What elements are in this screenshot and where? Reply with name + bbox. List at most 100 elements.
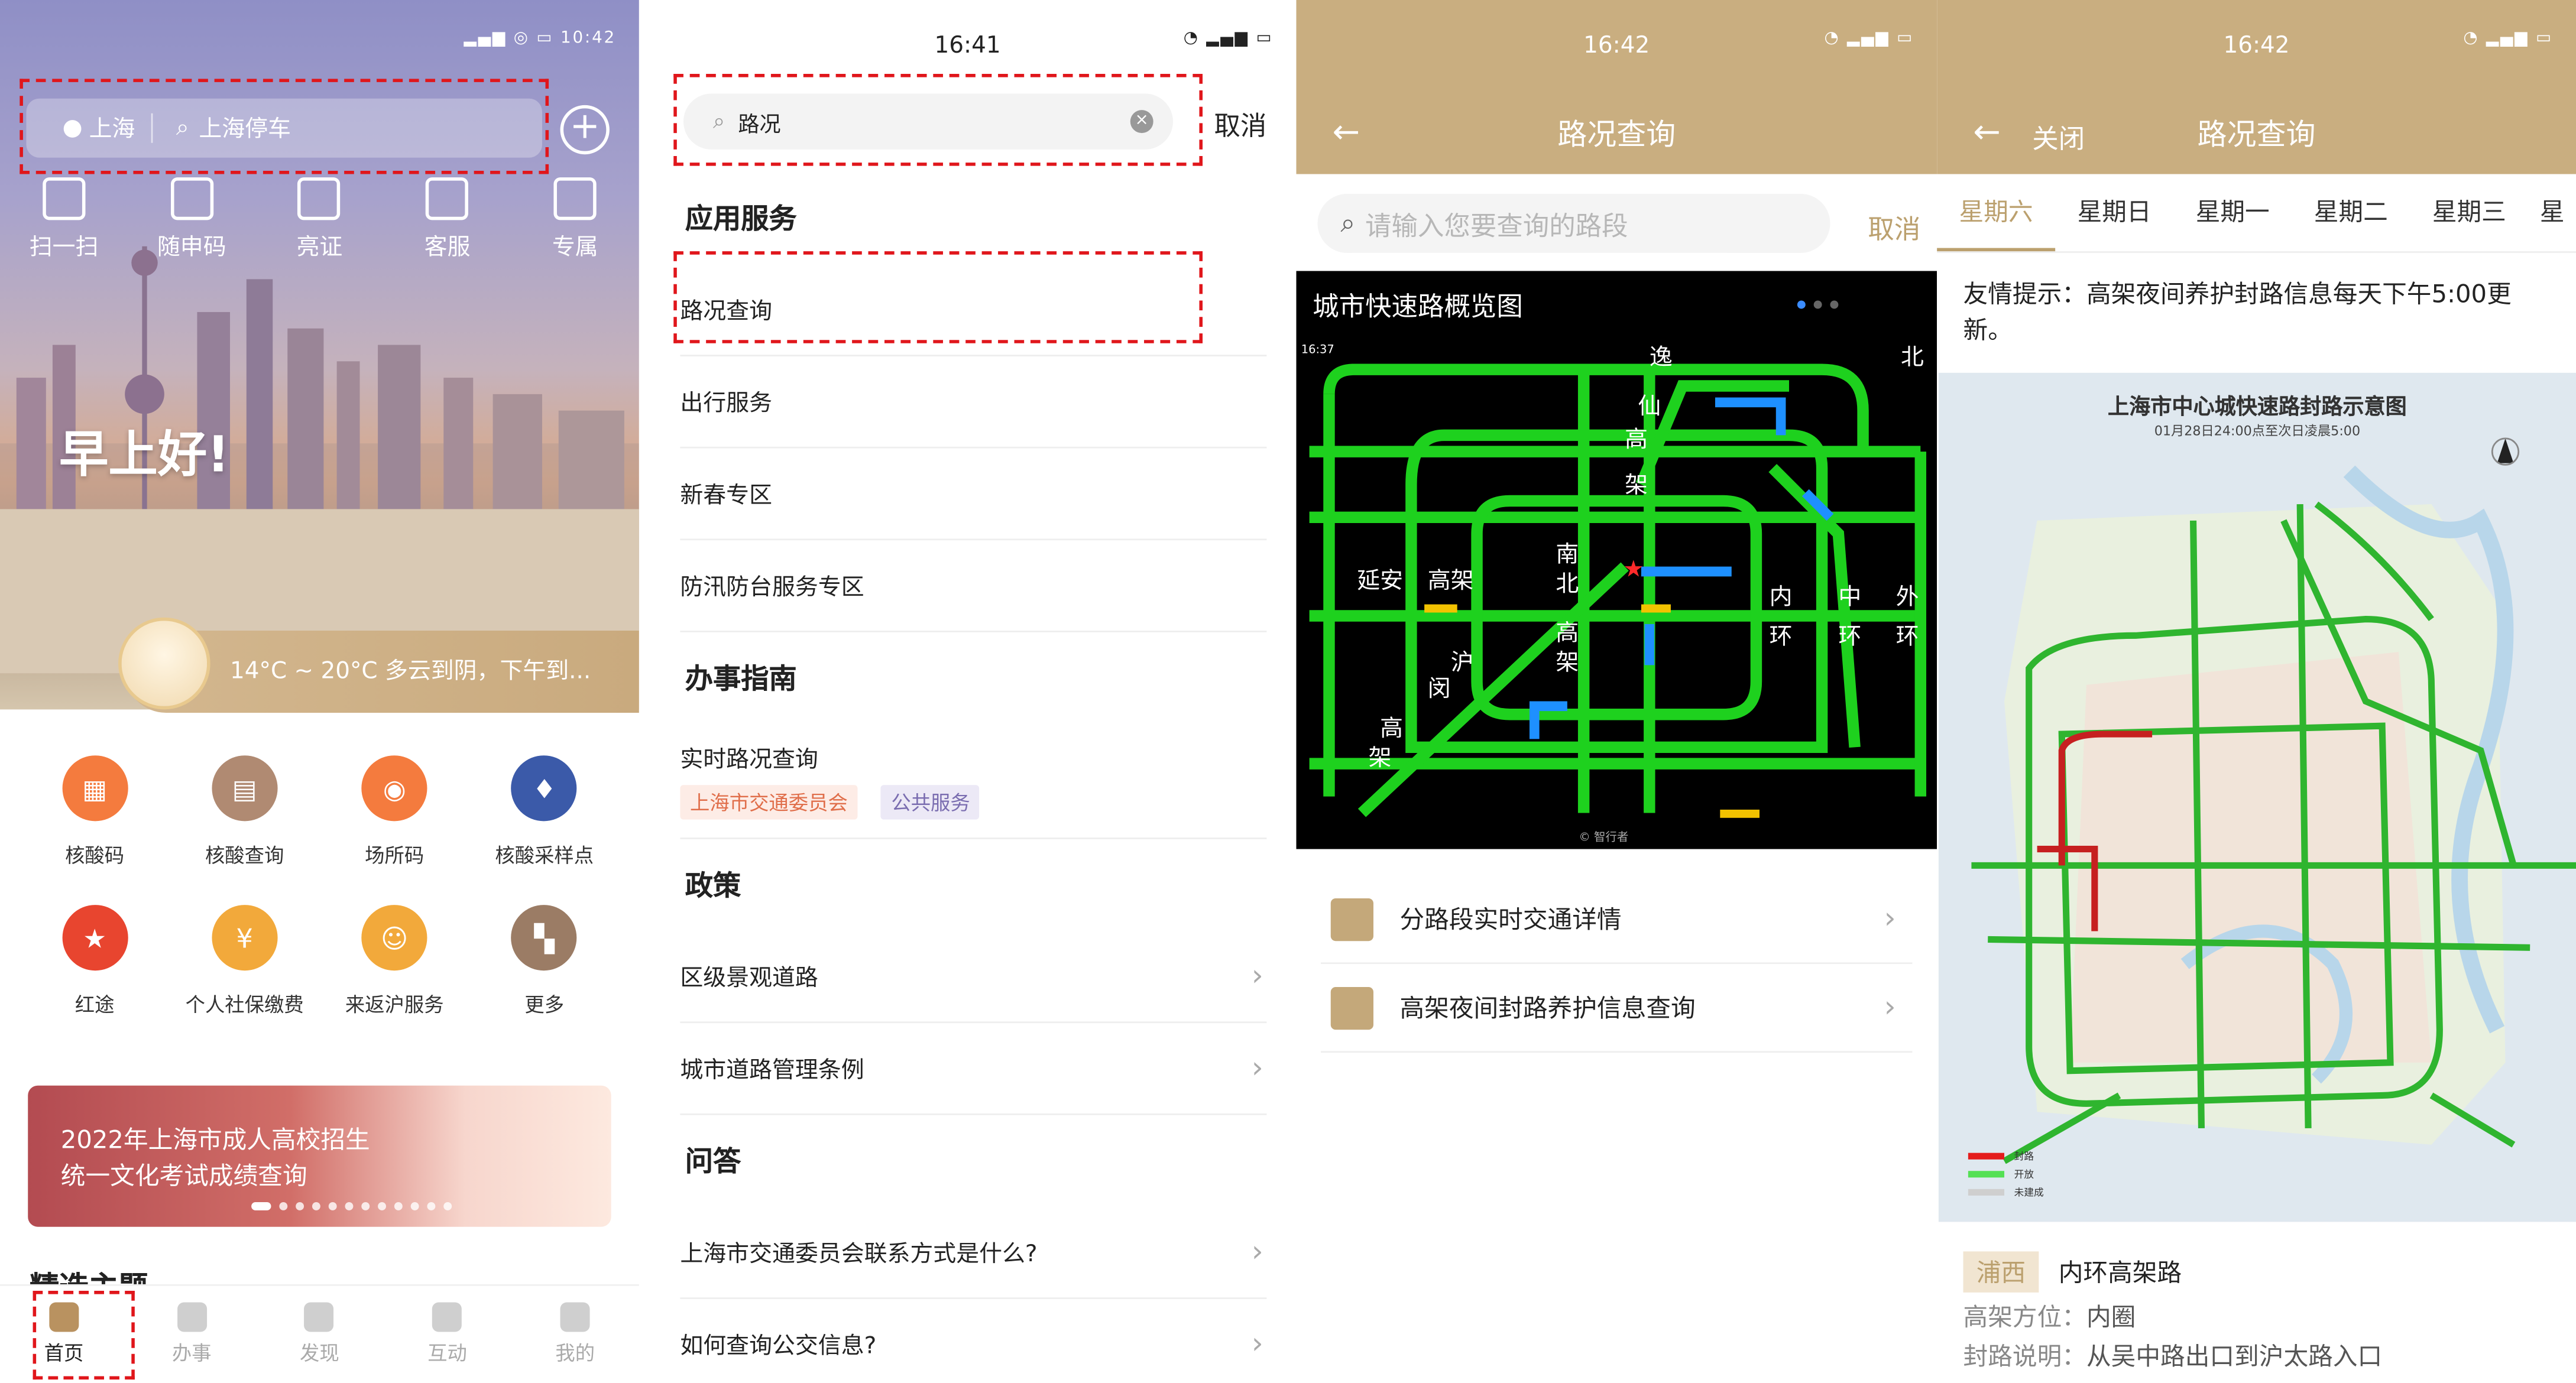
city-selector[interactable]: ● 上海 [26, 113, 154, 143]
service-nucleic-query[interactable]: ▤ 核酸查询 [171, 755, 319, 869]
result-label: 城市道路管理条例 [680, 1057, 864, 1083]
tab-wednesday[interactable]: 星期三 [2410, 174, 2528, 252]
clear-icon[interactable]: × [1130, 110, 1153, 134]
result-label: 出行服务 [680, 389, 772, 417]
home-screen: ▂▄▆ ◎ ▭ 10:42 ● 上海 ⌕ 上海停车 + 扫一扫 随申码 亮证 客… [0, 0, 639, 1383]
result-spring-festival[interactable]: 新春专区 [680, 449, 1267, 541]
result-road-condition[interactable]: 路况查询 [680, 264, 1267, 356]
search-input[interactable]: ⌕ 路况 × [683, 93, 1173, 150]
district-badge: 浦西 [1963, 1251, 2039, 1293]
result-label: 实时路况查询 [680, 747, 818, 774]
chevron-right-icon: › [1251, 1051, 1263, 1086]
search-value: 路况 [738, 112, 781, 138]
segment-traffic-detail-link[interactable]: 分路段实时交通详情 › [1321, 875, 1913, 965]
direction-row: 高架方位：内圈 [1963, 1299, 2136, 1333]
tab-sunday[interactable]: 星期日 [2055, 174, 2173, 252]
map-label: 架 [1368, 745, 1392, 772]
service-label: 个人社保缴费 [185, 994, 304, 1017]
tab-services[interactable]: 办事 [142, 1302, 241, 1366]
direction-label: 高架方位： [1963, 1302, 2086, 1332]
chevron-right-icon: › [1251, 959, 1263, 994]
status-bar: ▂▄▆ ◎ ▭ 10:42 [0, 0, 639, 92]
cancel-button[interactable]: 取消 [1868, 207, 1920, 246]
close-button[interactable]: 关闭 [2032, 116, 2085, 156]
tab-discover[interactable]: 发现 [270, 1302, 369, 1366]
search-icon: ⌕ [712, 109, 725, 134]
quick-scan[interactable]: 扫一扫 [15, 177, 114, 262]
promo-banner[interactable]: 2022年上海市成人高校招生 统一文化考试成绩查询 [28, 1085, 611, 1227]
result-travel-service[interactable]: 出行服务 [680, 356, 1267, 449]
legend-closed: 封路 [2014, 1151, 2034, 1163]
add-button[interactable]: + [560, 105, 610, 155]
result-flood-service[interactable]: 防汛防台服务专区 [680, 540, 1267, 632]
tag-public-service: 公共服务 [881, 785, 980, 820]
legend-unbuilt: 未建成 [2014, 1187, 2044, 1199]
service-label: 核酸码 [65, 844, 125, 868]
result-scenic-roads[interactable]: 区级景观道路 › [680, 931, 1267, 1024]
status-time: 16:42 [2223, 33, 2290, 60]
page-title: 路况查询 [2197, 118, 2316, 153]
service-return-shanghai[interactable]: ☺ 来返沪服务 [320, 905, 468, 1018]
banner-pagination [251, 1202, 452, 1210]
road-heading: 浦西 内环高架路 [1963, 1251, 2182, 1293]
back-arrow-icon[interactable]: ← [1333, 112, 1360, 151]
compass-north-label: 北 [1900, 345, 1924, 371]
road-search-input[interactable]: ⌕ 请输入您要查询的路段 [1317, 193, 1830, 253]
map-label: 架 [1556, 650, 1579, 677]
map-label: 高 [1556, 621, 1579, 647]
search-placeholder: 上海停车 [199, 116, 291, 143]
map-label: 逸 [1649, 345, 1673, 371]
tab-saturday[interactable]: 星期六 [1937, 174, 2056, 252]
closure-map[interactable]: 上海市中心城快速路封路示意图 01月28日24:00点至次日凌晨5:00 封路 … [1938, 372, 2576, 1222]
quick-health-code[interactable]: 随申码 [142, 177, 241, 262]
service-more[interactable]: ▚ 更多 [471, 905, 618, 1018]
service-venue-code[interactable]: ◉ 场所码 [320, 755, 468, 869]
tab-label: 办事 [171, 1342, 212, 1365]
night-closure-screen: 16:42 ◔ ▂▄▆ ▭ ← 关闭 路况查询 星期六 星期日 星期一 星期二 … [1937, 0, 2576, 1383]
map-label: 闵 [1427, 676, 1451, 703]
tab-tuesday[interactable]: 星期二 [2292, 174, 2410, 252]
back-arrow-icon[interactable]: ← [1973, 112, 2001, 151]
night-closure-query-link[interactable]: 高架夜间封路养护信息查询 › [1321, 964, 1913, 1053]
chevron-right-icon: › [1884, 901, 1896, 936]
result-qa-bus[interactable]: 如何查询公交信息? › [680, 1299, 1266, 1383]
map-label: 北 [1556, 571, 1579, 598]
qr-icon [170, 177, 213, 220]
expressway-overview-map[interactable]: ★ 城市快速路概览图 16:37 逸 仙 高 架 延安 高架 南 北 高 架 沪… [1296, 271, 1937, 849]
legend-open: 开放 [2014, 1169, 2034, 1181]
map-label: 环 [1895, 624, 1919, 651]
category-app-services: 应用服务 [685, 203, 797, 237]
card-icon [298, 177, 341, 220]
closure-row: 封路说明：从吴中路出口到沪太路入口 [1963, 1339, 2383, 1373]
tab-interact[interactable]: 互动 [398, 1302, 497, 1366]
home-icon [49, 1302, 79, 1332]
service-social-insurance[interactable]: ¥ 个人社保缴费 [171, 905, 319, 1018]
closure-map-subtitle: 01月28日24:00点至次日凌晨5:00 [2154, 423, 2361, 439]
map-label: 中 [1838, 585, 1862, 611]
result-label: 区级景观道路 [680, 965, 818, 991]
tip-text: 友情提示：高架夜间养护封路信息每天下午5:00更新。 [1963, 279, 2512, 345]
result-road-regulation[interactable]: 城市道路管理条例 › [680, 1023, 1267, 1115]
service-nucleic-code[interactable]: ▦ 核酸码 [21, 755, 169, 869]
search-icon: ⌕ [1340, 207, 1356, 238]
service-red-route[interactable]: ★ 红途 [21, 905, 169, 1018]
tab-thursday[interactable]: 星 [2528, 174, 2576, 252]
quick-service[interactable]: 客服 [398, 177, 497, 262]
quick-license[interactable]: 亮证 [270, 177, 369, 262]
service-label: 核酸查询 [205, 844, 284, 868]
map-timestamp: 16:37 [1301, 343, 1334, 356]
service-sample-point[interactable]: ♦ 核酸采样点 [471, 755, 618, 869]
quick-exclusive[interactable]: 专属 [526, 177, 624, 262]
headset-icon [426, 177, 469, 220]
tab-mine[interactable]: 我的 [526, 1302, 624, 1366]
sample-point-icon: ♦ [511, 755, 578, 822]
tab-monday[interactable]: 星期一 [2173, 174, 2292, 252]
chevron-right-icon: › [1251, 1327, 1263, 1362]
result-qa-contact[interactable]: 上海市交通委员会联系方式是什么? › [680, 1207, 1267, 1299]
tab-label: 互动 [427, 1342, 467, 1365]
home-search-bar[interactable]: ● 上海 ⌕ 上海停车 [26, 98, 542, 158]
cancel-button[interactable]: 取消 [1214, 103, 1266, 143]
scan-icon [42, 177, 86, 220]
result-realtime-road[interactable]: 实时路况查询 上海市交通委员会 公共服务 [680, 724, 1267, 839]
tab-home[interactable]: 首页 [15, 1302, 114, 1366]
